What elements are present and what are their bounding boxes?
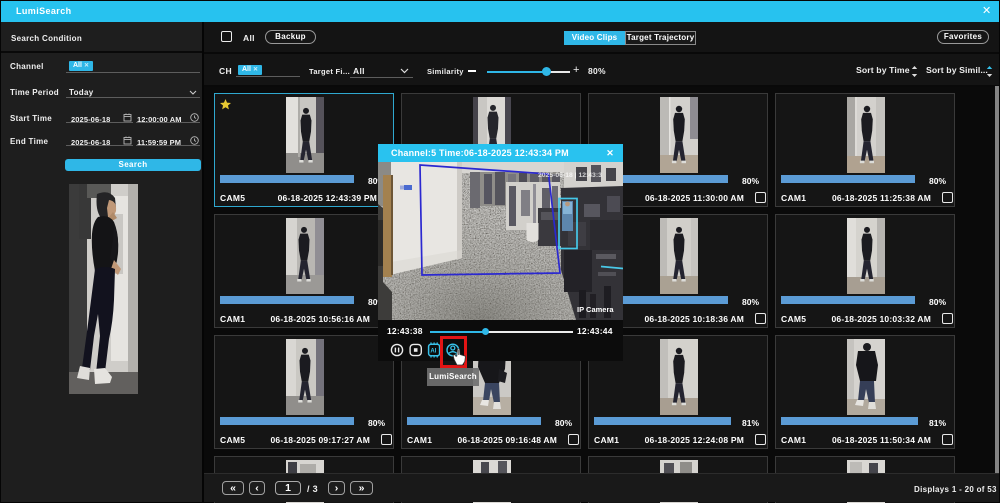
svg-text:IP Camera: IP Camera (577, 305, 614, 314)
svg-text:2025-06-18 | 12:43:3: 2025-06-18 | 12:43:3 (538, 172, 602, 179)
svg-text:AI: AI (430, 349, 436, 355)
